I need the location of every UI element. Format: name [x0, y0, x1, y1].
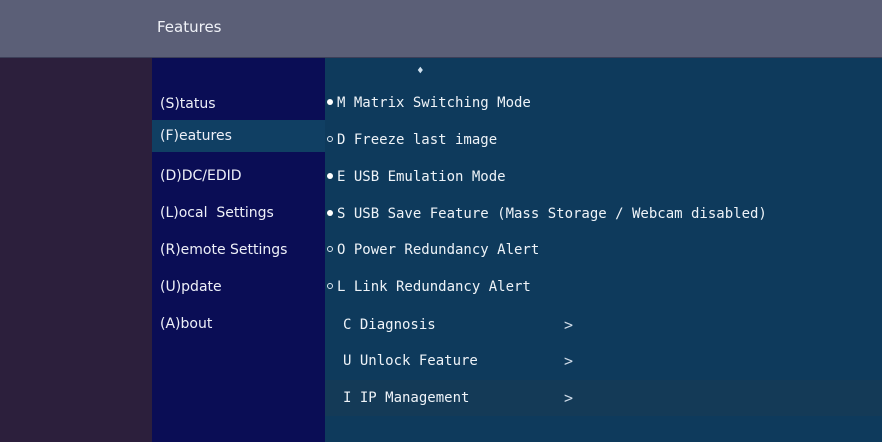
page-title: Features — [157, 18, 222, 36]
feature-row-usb-save[interactable]: S USB Save Feature (Mass Storage / Webca… — [325, 196, 882, 232]
toggle-on-icon — [327, 99, 333, 105]
features-list: ♦ M Matrix Switching Mode D Freeze last … — [325, 58, 882, 442]
feature-label: E USB Emulation Mode — [337, 169, 506, 185]
toggle-off-icon — [327, 136, 333, 142]
sidebar-menu: (S)tatus (F)eatures (D)DC/EDID (L)ocal S… — [152, 58, 325, 442]
sidebar-item-features[interactable]: (F)eatures — [152, 120, 325, 152]
left-margin-panel — [0, 58, 152, 442]
sidebar-item-status[interactable]: (S)tatus — [152, 88, 325, 120]
feature-label: M Matrix Switching Mode — [337, 95, 531, 111]
feature-row-usb-emulation[interactable]: E USB Emulation Mode — [325, 159, 882, 195]
submenu-ip-management[interactable]: I IP Management > — [325, 380, 882, 416]
sidebar-item-ddc-edid[interactable]: (D)DC/EDID — [152, 160, 325, 192]
feature-row-power-redundancy[interactable]: O Power Redundancy Alert — [325, 232, 882, 268]
sidebar-item-remote-settings[interactable]: (R)emote Settings — [152, 234, 325, 266]
toggle-off-icon — [327, 246, 333, 252]
submenu-unlock-feature[interactable]: U Unlock Feature > — [325, 343, 882, 379]
submenu-label: I IP Management — [343, 390, 470, 406]
feature-row-freeze-last-image[interactable]: D Freeze last image — [325, 122, 882, 158]
scroll-up-icon[interactable]: ♦ — [417, 64, 424, 77]
feature-row-matrix-switching[interactable]: M Matrix Switching Mode — [325, 85, 882, 121]
sidebar-item-local-settings[interactable]: (L)ocal Settings — [152, 197, 325, 229]
feature-row-link-redundancy[interactable]: L Link Redundancy Alert — [325, 269, 882, 305]
feature-label: D Freeze last image — [337, 132, 498, 148]
feature-label: S USB Save Feature (Mass Storage / Webca… — [337, 206, 767, 222]
toggle-off-icon — [327, 283, 333, 289]
chevron-right-icon: > — [564, 389, 574, 407]
sidebar-item-update[interactable]: (U)pdate — [152, 271, 325, 303]
chevron-right-icon: > — [564, 352, 574, 370]
sidebar-item-about[interactable]: (A)bout — [152, 308, 325, 340]
feature-label: O Power Redundancy Alert — [337, 242, 540, 258]
submenu-label: U Unlock Feature — [343, 353, 478, 369]
submenu-label: C Diagnosis — [343, 317, 436, 333]
submenu-diagnosis[interactable]: C Diagnosis > — [325, 307, 882, 343]
title-bar: Features — [0, 0, 882, 58]
toggle-on-icon — [327, 210, 333, 216]
feature-label: L Link Redundancy Alert — [337, 279, 531, 295]
toggle-on-icon — [327, 173, 333, 179]
chevron-right-icon: > — [564, 316, 574, 334]
